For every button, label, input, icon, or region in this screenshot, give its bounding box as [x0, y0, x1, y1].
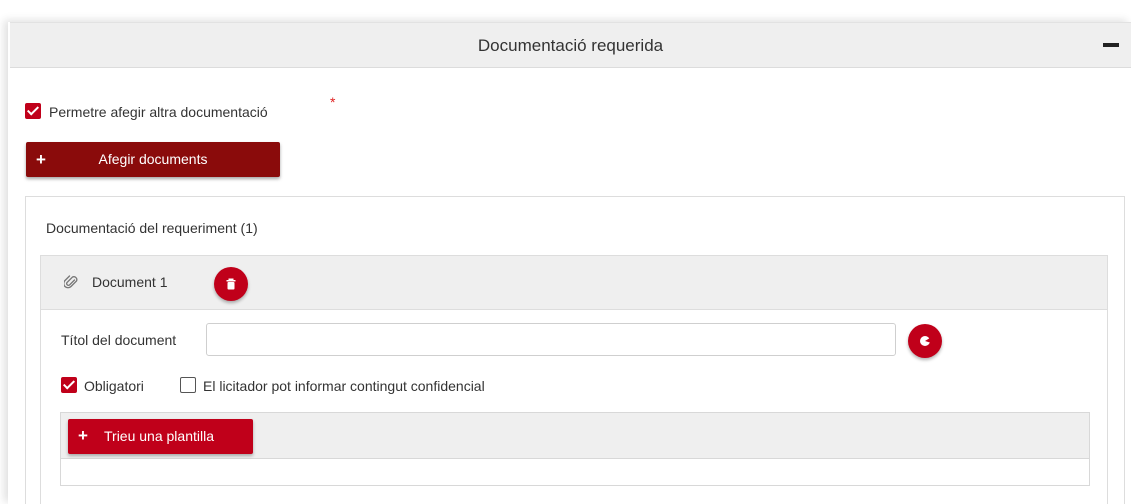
document-title-action-button[interactable]: [908, 324, 942, 358]
paperclip-icon: [64, 275, 78, 289]
document-title-label: Títol del document: [61, 332, 177, 348]
plus-icon: +: [78, 426, 88, 445]
document-title-input[interactable]: [206, 323, 896, 356]
allow-more-checkbox[interactable]: [25, 103, 41, 119]
document-name: Document 1: [92, 274, 168, 290]
choose-template-button[interactable]: + Trieu una plantilla: [68, 419, 253, 454]
minus-icon: [1103, 43, 1119, 47]
confidential-label: El licitador pot informar contingut conf…: [203, 378, 485, 394]
confidential-checkbox[interactable]: [180, 377, 196, 393]
collapse-button[interactable]: [1101, 32, 1121, 56]
page: Documentació requerida Permetre afegir a…: [0, 0, 1131, 504]
panel-title: Documentació requerida: [477, 36, 664, 55]
mandatory-checkbox[interactable]: [61, 377, 77, 393]
add-documents-button[interactable]: + Afegir documents: [26, 142, 280, 177]
document-header: [41, 256, 1107, 310]
requirement-title: Documentació del requeriment (1): [46, 220, 258, 236]
trash-icon: [226, 278, 236, 290]
panel-header: Documentació requerida: [10, 22, 1131, 68]
mandatory-label: Obligatori: [84, 378, 144, 394]
allow-more-label: Permetre afegir altra documentació: [49, 104, 268, 120]
circle-icon: [920, 336, 931, 346]
choose-template-label: Trieu una plantilla: [104, 428, 214, 444]
add-documents-label: Afegir documents: [98, 151, 208, 167]
required-marker: *: [330, 94, 336, 110]
delete-document-button[interactable]: [214, 267, 248, 301]
